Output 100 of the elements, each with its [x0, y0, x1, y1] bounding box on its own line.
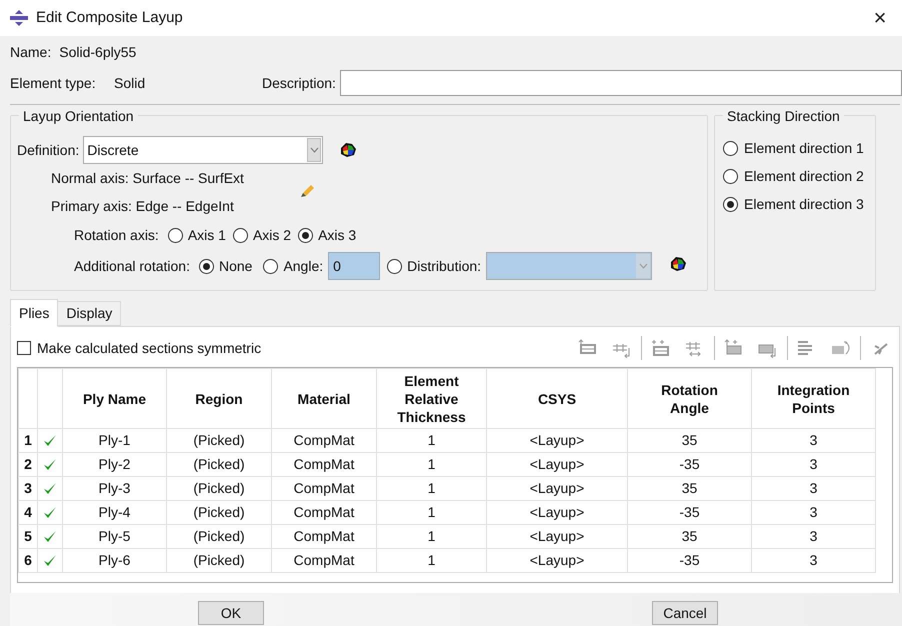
table-cell: -35 — [628, 452, 752, 476]
table-cell: Ply-1 — [62, 428, 166, 452]
radio-button[interactable] — [263, 258, 278, 274]
field-label: Additional rotation: — [74, 256, 190, 276]
table-cell: 1 — [376, 524, 486, 548]
table-cell: 1 — [376, 428, 486, 452]
radio-button[interactable] — [232, 228, 248, 242]
table-cell: <Layup> — [486, 476, 628, 500]
table-cell: (Picked) — [166, 548, 272, 572]
table-cell: 1 — [376, 500, 486, 524]
definition-dropdown[interactable]: Discrete — [83, 136, 324, 164]
table-cell: Ply-4 — [62, 500, 166, 524]
table-cell: (Picked) — [166, 500, 272, 524]
table-cell: (Picked) — [166, 476, 272, 500]
table-cell: (Picked) — [166, 428, 272, 452]
table-cell: Ply-6 — [62, 548, 166, 572]
radio-label: Element direction 2 — [744, 166, 864, 186]
field-label: Rotation axis: — [74, 226, 159, 244]
toolbar-icon[interactable] — [650, 338, 672, 358]
radio-label: Angle: — [283, 256, 324, 276]
pencil-icon[interactable] — [300, 182, 316, 198]
checkmark-icon[interactable] — [43, 554, 57, 568]
tab[interactable]: Display — [58, 301, 122, 326]
row-number: 1 — [18, 428, 38, 452]
color-blob-icon[interactable] — [339, 142, 358, 158]
table-cell: <Layup> — [486, 500, 628, 524]
field-label: Element type: — [10, 74, 97, 93]
checkbox[interactable] — [17, 341, 31, 355]
table-cell: <Layup> — [486, 428, 628, 452]
radio-label: None — [218, 256, 252, 276]
tab[interactable]: Plies — [10, 299, 58, 327]
table-cell: 3 — [752, 428, 876, 452]
table-cell: -35 — [628, 500, 752, 524]
row-number: 3 — [18, 476, 38, 500]
radio-button[interactable] — [168, 228, 183, 242]
table-cell: Ply-3 — [62, 476, 166, 500]
radio-button[interactable] — [298, 228, 314, 242]
table-cell: 1 — [376, 548, 486, 572]
table-cell: CompMat — [272, 476, 376, 500]
angle-field[interactable]: 0 — [328, 252, 380, 280]
radio-button[interactable] — [723, 196, 738, 212]
table-cell: 35 — [628, 524, 752, 548]
radio-button[interactable] — [723, 168, 738, 184]
radio-button[interactable] — [198, 258, 214, 274]
radio-label: Axis 1 — [188, 226, 226, 244]
radio-label: Axis 3 — [318, 226, 356, 244]
table-cell: CompMat — [272, 548, 376, 572]
column-header: Material — [272, 368, 376, 428]
close-button[interactable]: × — [868, 7, 892, 29]
column-header: Integration Points — [752, 368, 876, 428]
table-cell: 35 — [628, 476, 752, 500]
checkmark-icon[interactable] — [43, 458, 57, 472]
field-label: Name: — [10, 42, 52, 62]
table-cell: Ply-2 — [62, 452, 166, 476]
column-header: Rotation Angle — [628, 368, 752, 428]
table-cell: (Picked) — [166, 452, 272, 476]
table-cell: (Picked) — [166, 524, 272, 548]
column-header: Element Relative Thickness — [376, 368, 486, 428]
primary-axis-text: Primary axis: Edge -- EdgeInt — [51, 197, 235, 216]
checkmark-icon[interactable] — [43, 434, 57, 448]
table-cell: CompMat — [272, 428, 376, 452]
table-cell: 3 — [752, 452, 876, 476]
table-cell: Ply-5 — [62, 524, 166, 548]
checkmark-icon[interactable] — [43, 506, 57, 520]
dialog-button[interactable]: Cancel — [652, 601, 718, 625]
row-number: 2 — [18, 452, 38, 476]
table-cell: <Layup> — [486, 524, 628, 548]
radio-label: Element direction 1 — [744, 138, 864, 158]
radio-label: Distribution: — [407, 256, 482, 276]
checkbox-label: Make calculated sections symmetric — [37, 338, 262, 358]
table-cell: 3 — [752, 548, 876, 572]
app-icon — [10, 10, 28, 26]
table-cell: CompMat — [272, 452, 376, 476]
dialog-button[interactable]: OK — [198, 601, 264, 625]
table-cell: CompMat — [272, 524, 376, 548]
table-cell: 1 — [376, 476, 486, 500]
element-type-value: Solid — [114, 74, 146, 92]
radio-label: Element direction 3 — [744, 194, 864, 214]
row-number: 4 — [18, 500, 38, 524]
table-cell: -35 — [628, 548, 752, 572]
table-cell: 3 — [752, 476, 876, 500]
table-cell: 1 — [376, 452, 486, 476]
table-cell: 3 — [752, 500, 876, 524]
column-header: Region — [166, 368, 272, 428]
table-cell: CompMat — [272, 500, 376, 524]
name-value: Solid-6ply55 — [59, 42, 136, 62]
normal-axis-text: Normal axis: Surface -- SurfExt — [51, 169, 244, 188]
color-blob-icon[interactable] — [669, 256, 688, 272]
table-cell: <Layup> — [486, 452, 628, 476]
field-label: Definition: — [17, 140, 80, 160]
radio-button[interactable] — [723, 140, 738, 156]
column-header: CSYS — [486, 368, 628, 428]
radio-button[interactable] — [387, 258, 402, 274]
table-cell: 3 — [752, 524, 876, 548]
checkmark-icon[interactable] — [43, 482, 57, 496]
row-number: 6 — [18, 548, 38, 572]
radio-label: Axis 2 — [252, 226, 292, 244]
row-number: 5 — [18, 524, 38, 548]
checkmark-icon[interactable] — [43, 530, 57, 544]
description-field[interactable] — [340, 70, 902, 96]
